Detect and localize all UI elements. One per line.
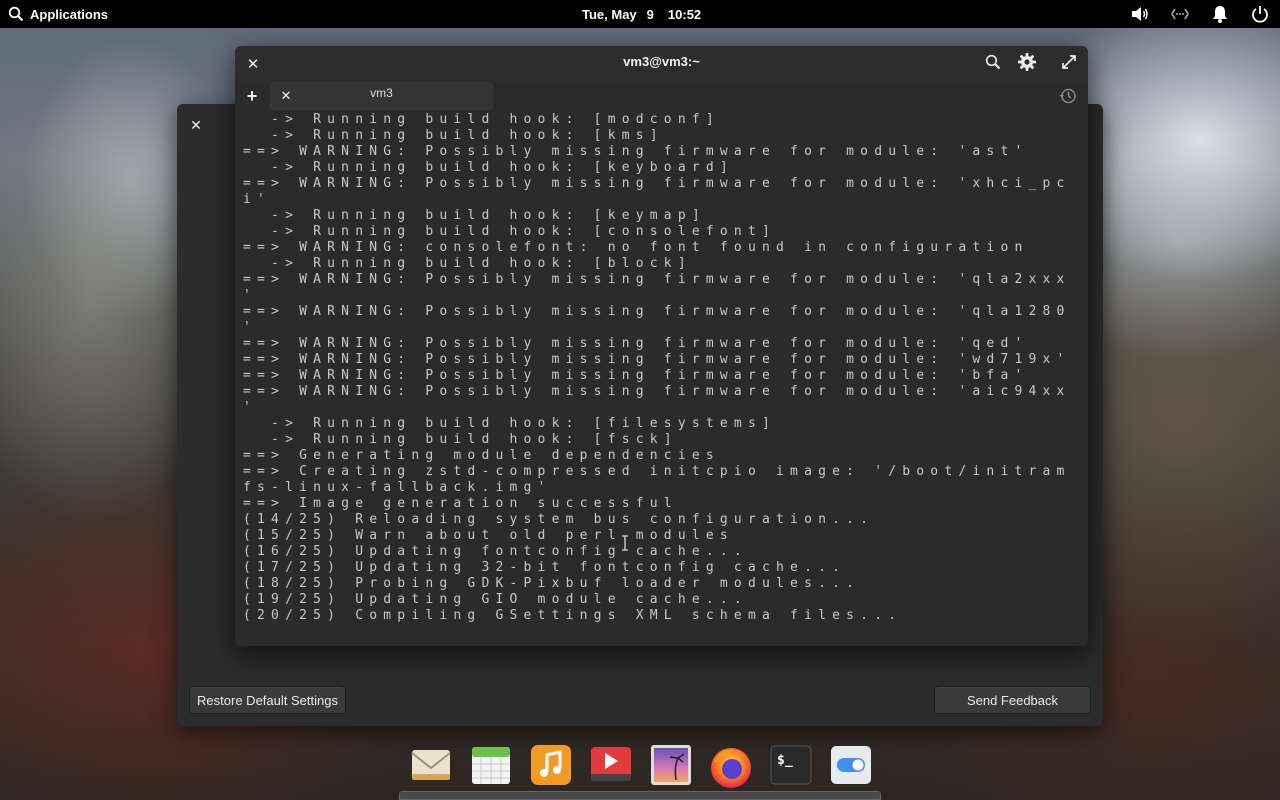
terminal-line: ==> WARNING: Possibly missing firmware f… [243,352,1071,367]
firefox-icon[interactable] [708,744,751,788]
restore-default-settings-button[interactable]: Restore Default Settings [189,686,346,714]
terminal-line: ==> WARNING: Possibly missing firmware f… [243,272,1071,287]
terminal-line: ' [243,320,258,335]
terminal-line: ==> WARNING: Possibly missing firmware f… [243,304,1071,319]
terminal-line: fs-linux-fallback.img' [243,480,552,495]
terminal-line: ==> Creating zstd-compressed initcpio im… [243,464,1071,479]
terminal-window: ✕ vm3@vm3:~ + ✕ vm3 -> Running build hoo… [235,46,1088,646]
notifications-icon[interactable] [1210,4,1230,24]
network-icon[interactable] [1170,4,1190,24]
terminal-line: ==> Generating module dependencies [243,448,720,463]
applications-menu[interactable]: Applications [8,0,108,28]
terminal-line: -> Running build hook: [block] [243,256,692,271]
terminal-line: -> Running build hook: [kms] [243,128,664,143]
terminal-line: ==> WARNING: Possibly missing firmware f… [243,368,1029,383]
history-icon[interactable] [1058,86,1078,106]
terminal-line: i' [243,192,272,207]
terminal-output[interactable]: -> Running build hook: [modconf] -> Runn… [243,112,1080,642]
terminal-line: (15/25) Warn about old perl modules [243,528,734,543]
terminal-line: -> Running build hook: [fsck] [243,432,678,447]
search-icon [8,6,24,22]
tab-bar: + ✕ vm3 [235,82,1088,112]
terminal-line: ==> WARNING: Possibly missing firmware f… [243,384,1071,399]
applications-label: Applications [30,6,109,22]
terminal-line: (17/25) Updating 32-bit fontconfig cache… [243,560,847,575]
window-title: vm3@vm3:~ [623,53,700,69]
terminal-line: -> Running build hook: [keyboard] [243,160,734,175]
date-label: Tue, May [582,6,637,22]
tab-vm3[interactable]: ✕ vm3 [270,82,493,110]
gear-icon[interactable] [1016,51,1038,73]
top-panel: Applications Tue, May 9 10:52 [0,0,1280,28]
terminal-line: ==> WARNING: consolefont: no font found … [243,240,1029,255]
terminal-line: (16/25) Updating fontconfig cache... [243,544,748,559]
terminal-line: ==> WARNING: Possibly missing firmware f… [243,144,1029,159]
tab-label: vm3 [370,86,393,100]
terminal-titlebar[interactable]: ✕ vm3@vm3:~ [235,46,1088,82]
power-icon[interactable] [1250,4,1270,24]
window-list-bar [399,791,881,800]
time-label: 10:52 [667,6,702,22]
terminal-line: ' [243,288,258,303]
terminal-line: -> Running build hook: [modconf] [243,112,720,127]
volume-icon[interactable] [1130,4,1150,24]
terminal-line: -> Running build hook: [consolefont] [243,224,777,239]
terminal-line: -> Running build hook: [filesystems] [243,416,777,431]
music-icon[interactable] [530,744,572,786]
terminal-line: -> Running build hook: [keymap] [243,208,706,223]
terminal-line: ==> WARNING: Possibly missing firmware f… [243,336,1029,351]
calendar-icon[interactable] [470,744,512,786]
svg-text:$_: $_ [777,753,793,768]
terminal-line: (19/25) Updating GIO module cache... [243,592,748,607]
system-tray [1130,0,1270,28]
videos-icon[interactable] [590,744,632,786]
dock: $_ [403,740,877,796]
send-feedback-button[interactable]: Send Feedback [934,686,1091,714]
terminal-line: ==> Image generation successful [243,496,678,511]
terminal-line: (20/25) Compiling GSettings XML schema f… [243,608,903,623]
terminal-line: ' [243,400,258,415]
terminal-line: ==> WARNING: Possibly missing firmware f… [243,176,1071,191]
new-tab-button[interactable]: + [241,85,263,107]
search-icon[interactable] [982,51,1004,73]
photos-icon[interactable] [650,744,692,786]
date-time[interactable]: Tue, May 9 10:52 [582,0,701,28]
terminal-line: (18/25) Probing GDK-Pixbuf loader module… [243,576,861,591]
close-icon[interactable]: ✕ [187,116,205,134]
mouse-cursor-icon [622,535,628,551]
day-label: 9 [646,6,654,22]
terminal-icon[interactable]: $_ [770,744,812,786]
settings-icon[interactable] [830,744,872,786]
terminal-line: (14/25) Reloading system bus configurati… [243,512,875,527]
maximize-icon[interactable] [1058,51,1080,73]
mail-icon[interactable] [410,744,452,786]
